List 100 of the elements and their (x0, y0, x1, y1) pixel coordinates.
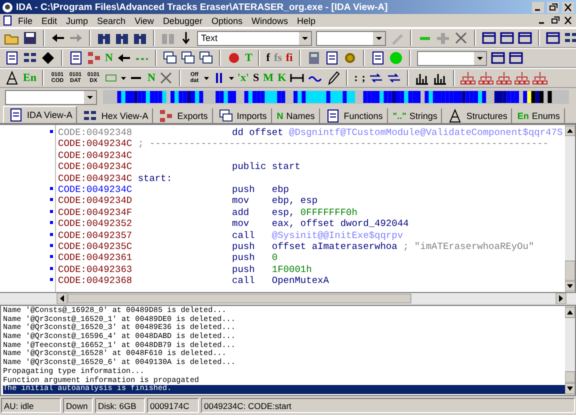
mnemonic: push (232, 184, 256, 196)
tab-glyph: ".." (392, 111, 406, 121)
status-field: 0049234C: CODE:start (201, 398, 575, 413)
cross-icon[interactable] (158, 70, 174, 86)
close-icon[interactable] (562, 2, 574, 12)
mnemonic: mov (232, 195, 250, 207)
operand: 0FFFFFFF0h (300, 206, 358, 218)
menu-item[interactable]: File (14, 16, 37, 26)
menu-item[interactable]: Windows (248, 16, 292, 26)
document-icon[interactable] (324, 108, 341, 124)
address: CODE:0049234F (58, 206, 132, 218)
status-field: AU: idle (1, 398, 61, 413)
operand: eax, offset dword_492044 (272, 218, 409, 230)
address: CODE:00492368 (58, 275, 132, 286)
menu-item[interactable]: Edit (38, 16, 62, 26)
tree-icon[interactable] (514, 70, 530, 86)
toolbar-glyph-button[interactable]: f (264, 52, 272, 64)
window-icon[interactable] (508, 50, 524, 66)
horizontal-scrollbar[interactable] (0, 293, 576, 304)
tab-glyph: N (276, 111, 284, 121)
flowchart-icon[interactable] (158, 108, 174, 124)
operand: OpenMutexA (272, 275, 329, 286)
mnemonic: call (232, 230, 256, 241)
address: CODE:00492357 (58, 230, 132, 241)
operand: 0 (272, 252, 278, 264)
mnemonic: dd offset (232, 127, 284, 138)
stack-icon[interactable] (162, 50, 178, 66)
document-icon[interactable] (2, 15, 13, 26)
address: CODE:0049234C (58, 150, 132, 162)
window-title: IDA - C:\Program Files\Advanced Tracks Eraser\ATERASER_org.exe - [IDA View-A] (16, 2, 389, 12)
operand: start (272, 161, 300, 173)
menu-item[interactable]: Jump (62, 16, 92, 26)
stack-icon[interactable] (218, 108, 234, 124)
document-icon[interactable] (4, 50, 20, 66)
tree-icon[interactable] (478, 70, 494, 86)
mnemonic: push (232, 252, 256, 264)
document-icon[interactable] (324, 50, 340, 66)
vertical-scrollbar[interactable] (565, 306, 575, 395)
address: CODE:0049234D (58, 195, 132, 207)
menu-item[interactable]: View (130, 16, 158, 26)
address: CODE:0049234C (58, 184, 132, 196)
cross-icon[interactable] (453, 30, 469, 46)
dropdown[interactable]: Text (197, 30, 312, 46)
tab-glyph: En (517, 111, 529, 121)
address: CODE:00492352 (58, 218, 132, 230)
tower-icon[interactable] (447, 108, 464, 124)
tower-icon[interactable] (4, 70, 20, 86)
menu-item[interactable]: Help (293, 16, 320, 26)
tab[interactable]: IDA View-A (3, 106, 78, 123)
tab[interactable]: Imports (212, 108, 272, 123)
window-icon[interactable] (490, 50, 506, 66)
dropdown[interactable] (316, 30, 386, 46)
toolbar-glyph-button[interactable]: ; (360, 72, 368, 84)
toolbar-glyph-button[interactable]: fi (284, 52, 295, 64)
address: CODE:0049234C (58, 161, 132, 173)
address: CODE:00492348 (58, 127, 132, 138)
window-icon[interactable] (481, 30, 497, 46)
close-icon[interactable] (562, 15, 574, 26)
navigation-band-drawing[interactable] (103, 90, 569, 104)
stack-icon[interactable] (180, 50, 196, 66)
dropdown[interactable] (5, 90, 97, 104)
toolbar-glyph-button[interactable]: S (251, 72, 262, 84)
dropdown[interactable] (416, 50, 487, 66)
stack-icon[interactable] (198, 50, 214, 66)
operand: ebp (272, 184, 290, 196)
address: CODE:0049234C (58, 172, 132, 184)
window-icon[interactable] (499, 30, 515, 46)
status-field: 0009174C (147, 398, 199, 413)
operand: offset aImateraserwhoa (272, 240, 398, 252)
operand: esp, (272, 206, 296, 218)
menu-item[interactable]: Debugger (158, 16, 206, 26)
minimize-icon[interactable] (532, 2, 544, 12)
operand: 1F0001h (272, 264, 312, 276)
operand: @Sysinit@@InitExe$qqrpv (272, 230, 404, 241)
address: CODE:0049234C (58, 138, 132, 150)
menu-item[interactable]: Options (207, 16, 246, 26)
mnemonic: push (232, 264, 256, 276)
app-icon (2, 2, 13, 12)
menu-item[interactable]: Search (93, 16, 130, 26)
toolbar-glyph-button[interactable]: : (352, 72, 360, 84)
document-icon[interactable] (68, 50, 84, 66)
restore-icon[interactable] (547, 2, 559, 12)
tree-icon[interactable] (460, 70, 476, 86)
vertical-scrollbar[interactable] (565, 125, 575, 292)
tree-icon[interactable] (496, 70, 512, 86)
mnemonic: push (232, 240, 256, 252)
mnemonic: public (232, 161, 268, 173)
document-icon[interactable] (8, 107, 24, 123)
code-label: start: (138, 172, 172, 184)
status-field: Disk: 6GB (95, 398, 145, 413)
address: CODE:00492363 (58, 264, 132, 276)
tree-icon[interactable] (532, 70, 548, 86)
document-icon[interactable] (370, 50, 386, 66)
mnemonic: call (232, 275, 256, 286)
window-icon[interactable] (517, 30, 533, 46)
address: CODE:00492361 (58, 252, 132, 264)
operand: ebp, esp (272, 195, 318, 207)
diamond-icon[interactable] (40, 50, 56, 66)
restore-icon[interactable] (549, 15, 561, 26)
window-icon[interactable] (545, 30, 561, 46)
